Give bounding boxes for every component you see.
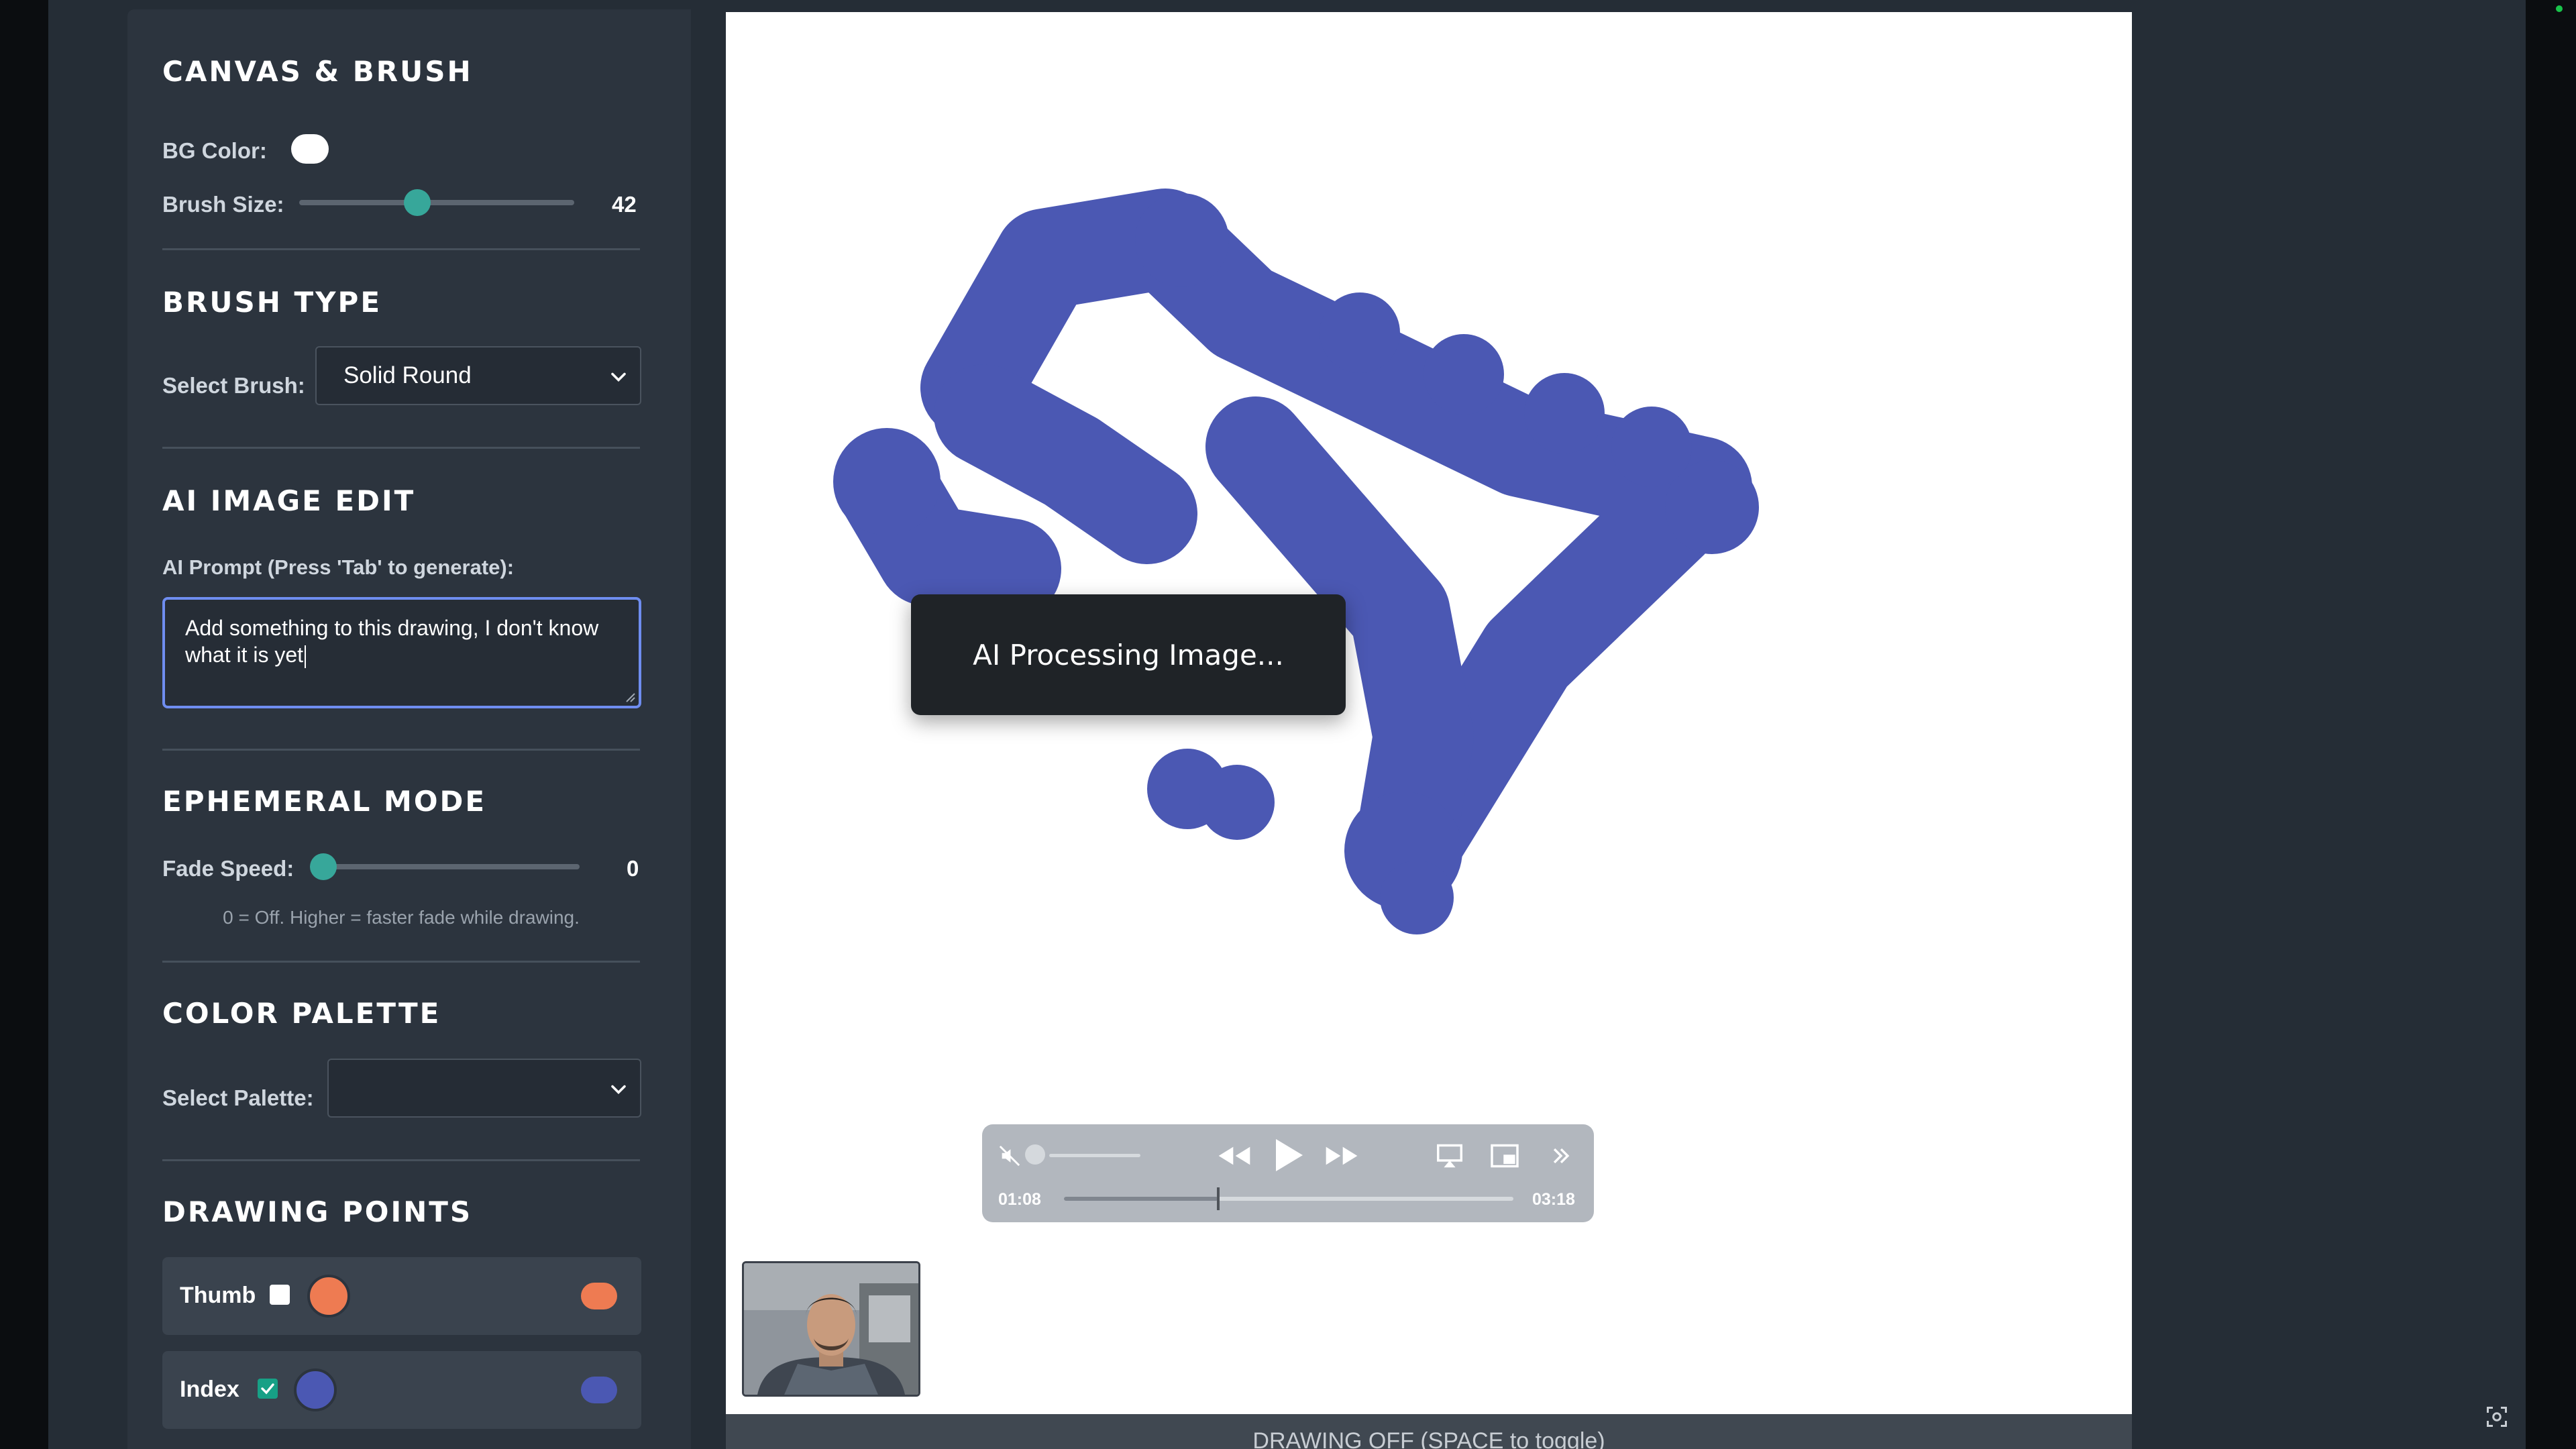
drawing-point-label: Thumb (180, 1283, 256, 1308)
brush-size-label: Brush Size: (162, 192, 284, 217)
palette-select[interactable] (327, 1059, 641, 1118)
brush-select-value: Solid Round (343, 362, 472, 388)
ai-prompt-textarea[interactable]: Add something to this drawing, I don't k… (162, 597, 641, 708)
brush-size-slider-thumb[interactable] (404, 189, 431, 216)
brush-select[interactable]: Solid Round (315, 346, 641, 405)
drawing-point-checkbox[interactable] (258, 1379, 278, 1399)
chevron-down-icon (611, 372, 626, 382)
divider (162, 447, 640, 449)
current-time: 01:08 (998, 1190, 1041, 1209)
webcam-person-image (744, 1263, 918, 1395)
seek-bar-knob[interactable] (1216, 1187, 1220, 1210)
seek-bar[interactable] (1064, 1187, 1513, 1210)
divider (162, 1159, 640, 1161)
status-indicator-dot (2556, 5, 2563, 12)
volume-slider[interactable] (1049, 1154, 1140, 1157)
drawing-point-checkbox[interactable] (270, 1285, 290, 1305)
fade-speed-slider-thumb[interactable] (310, 853, 337, 880)
drawing-canvas[interactable]: AI Processing Image... 01:08 03:18 (726, 12, 2132, 1414)
more-options-icon[interactable] (1550, 1144, 1572, 1167)
drawing-point-thumb: Thumb (162, 1257, 641, 1335)
fast-forward-icon[interactable] (1322, 1139, 1362, 1173)
divider (162, 749, 640, 751)
screenshot-capture-icon[interactable] (2485, 1405, 2509, 1429)
ai-prompt-label: AI Prompt (Press 'Tab' to generate): (162, 555, 515, 579)
brush-size-value: 42 (612, 192, 637, 217)
select-brush-label: Select Brush: (162, 373, 305, 398)
section-title-ai-edit: AI IMAGE EDIT (162, 484, 416, 517)
drawing-point-index: Index (162, 1351, 641, 1429)
fade-speed-help: 0 = Off. Higher = faster fade while draw… (223, 907, 580, 928)
section-title-ephemeral: EPHEMERAL MODE (162, 785, 487, 818)
section-title-color-palette: COLOR PALETTE (162, 997, 441, 1030)
volume-slider-knob[interactable] (1025, 1144, 1045, 1165)
video-player-controls: 01:08 03:18 (982, 1124, 1594, 1222)
drawing-point-label: Index (180, 1377, 239, 1402)
ai-prompt-text: Add something to this drawing, I don't k… (185, 616, 599, 667)
play-icon[interactable] (1265, 1132, 1308, 1178)
chevron-down-icon (611, 1085, 626, 1095)
picture-in-picture-icon[interactable] (1489, 1143, 1520, 1169)
brush-size-slider[interactable] (299, 189, 574, 216)
section-title-drawing-points: DRAWING POINTS (162, 1195, 473, 1228)
fade-speed-label: Fade Speed: (162, 856, 294, 881)
checkmark-icon (261, 1383, 274, 1395)
bg-color-picker[interactable] (291, 134, 329, 164)
webcam-preview (742, 1261, 920, 1397)
divider (162, 961, 640, 963)
section-title-brush-type: BRUSH TYPE (162, 286, 382, 319)
drawing-point-color-preview (581, 1283, 617, 1309)
airplay-icon[interactable] (1436, 1143, 1464, 1169)
control-sidebar: CANVAS & BRUSH BG Color: Brush Size: 42 … (127, 9, 691, 1449)
bg-color-label: BG Color: (162, 138, 267, 163)
ai-processing-overlay: AI Processing Image... (911, 594, 1346, 715)
drawing-point-color-preview (581, 1377, 617, 1403)
select-palette-label: Select Palette: (162, 1085, 314, 1110)
drawing-point-color-picker[interactable] (307, 1275, 350, 1318)
text-caret (305, 645, 307, 668)
divider (162, 248, 640, 250)
section-title-canvas-brush: CANVAS & BRUSH (162, 55, 473, 88)
rewind-icon[interactable] (1214, 1139, 1254, 1173)
seek-bar-fill (1064, 1197, 1218, 1201)
fade-speed-slider[interactable] (310, 853, 580, 880)
drawing-point-color-picker[interactable] (294, 1368, 337, 1411)
fade-speed-value: 0 (627, 856, 639, 881)
resize-handle-icon[interactable] (621, 688, 636, 703)
status-bar: DRAWING OFF (SPACE to toggle) (726, 1414, 2132, 1449)
duration: 03:18 (1532, 1190, 1575, 1209)
mute-icon[interactable] (998, 1144, 1021, 1167)
